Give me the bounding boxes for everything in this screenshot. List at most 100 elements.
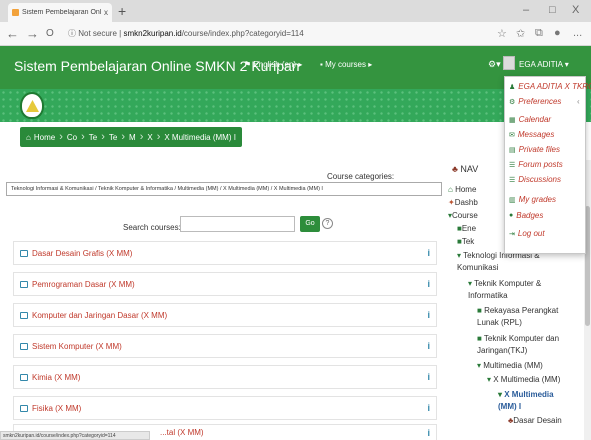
nav-item-category[interactable]: ▾ X Multimedia (MM) [487, 375, 560, 384]
menu-item-messages[interactable]: ✉ Messages [509, 130, 554, 139]
info-icon[interactable]: i [427, 279, 430, 289]
course-link[interactable]: Kimia (X MM) [32, 373, 423, 382]
new-tab-icon[interactable]: + [118, 3, 126, 19]
breadcrumb-item[interactable]: Te [109, 133, 117, 142]
close-window-icon[interactable]: X [572, 4, 579, 16]
nav-item-label[interactable]: Informatika [468, 291, 508, 300]
course-item[interactable]: Dasar Desain Grafis (X MM) i [13, 241, 437, 265]
course-categories-label: Course categories: [327, 172, 395, 181]
gear-icon[interactable]: ⚙▾ [488, 59, 501, 70]
url-host: smkn2kuripan.id [123, 29, 182, 38]
nav-item-category[interactable]: ■ Teknik Komputer dan [477, 334, 559, 343]
course-icon [20, 373, 28, 381]
navigation-heading: ♣ NAV [452, 164, 479, 174]
flag-icon: ⚑ [244, 60, 254, 69]
nav-item-category[interactable]: ■ Rekayasa Perangkat [477, 306, 558, 315]
language-label: English (en) [253, 60, 297, 69]
breadcrumb: ⌂ Home › Co › Te › Te › M › X › X Multim… [20, 127, 242, 147]
my-courses-label: My courses [325, 60, 366, 69]
maximize-icon[interactable]: □ [549, 4, 556, 16]
security-status: Not secure [78, 29, 117, 38]
course-item[interactable]: Komputer dan Jaringan Dasar (X MM) i [13, 303, 437, 327]
back-icon[interactable]: ← [6, 26, 19, 41]
menu-item-log-out[interactable]: ⇥ Log out [509, 229, 545, 238]
search-courses-label: Search courses: [123, 223, 181, 232]
my-courses-menu[interactable]: ▪ My courses ▸ [320, 60, 372, 69]
course-link[interactable]: Dasar Desain Grafis (X MM) [32, 249, 423, 258]
menu-item-calendar[interactable]: ▦ Calendar [509, 115, 551, 124]
breadcrumb-item[interactable]: Home [34, 133, 55, 142]
breadcrumb-item[interactable]: Te [89, 133, 97, 142]
nav-item-course[interactable]: ♣Dasar Desain [508, 416, 562, 425]
url-field[interactable]: ⓘ Not secure | smkn2kuripan.id/course/in… [68, 28, 304, 39]
menu-item-preferences[interactable]: ⚙ Preferences ‹ [509, 97, 580, 106]
user-name: EGA ADITIA [519, 60, 563, 69]
avatar[interactable] [503, 56, 515, 70]
menu-item-private-files[interactable]: ▤ Private files [509, 145, 560, 154]
tab-title: Sistem Pembelajaran Online SM [22, 9, 101, 16]
language-menu[interactable]: ⚑ English (en) ▸ [244, 60, 302, 69]
nav-item-current[interactable]: ▾ X Multimedia [498, 390, 554, 399]
nav-item-category[interactable]: ▾ Teknik Komputer & [468, 279, 541, 288]
go-button[interactable]: Go [300, 216, 320, 232]
nav-item-category[interactable]: ▾ Multimedia (MM) [477, 361, 543, 370]
info-icon[interactable]: i [427, 341, 430, 351]
info-icon[interactable]: i [427, 372, 430, 382]
more-icon[interactable]: ... [573, 27, 582, 39]
course-item[interactable]: Fisika (X MM) i [13, 396, 437, 420]
header-banner [0, 89, 591, 122]
nav-item-dashboard[interactable]: ✦Dashb [448, 198, 478, 207]
course-item[interactable]: Kimia (X MM) i [13, 365, 437, 389]
school-logo[interactable] [20, 92, 44, 119]
course-link[interactable]: Fisika (X MM) [32, 404, 423, 413]
status-bar-url: smkn2kuripan.id/course/index.php?categor… [0, 431, 150, 440]
info-icon[interactable]: i [427, 248, 430, 258]
course-item[interactable]: Pemrograman Dasar (X MM) i [13, 272, 437, 296]
forward-icon[interactable]: → [26, 26, 39, 41]
minimize-icon[interactable]: – [523, 4, 529, 16]
browser-tab[interactable]: Sistem Pembelajaran Online SM x [8, 3, 112, 22]
url-path: /course/index.php?categoryid=114 [181, 29, 304, 38]
nav-item-category[interactable]: ■Tek [457, 237, 474, 246]
breadcrumb-item[interactable]: Co [67, 133, 77, 142]
course-item[interactable]: Sistem Komputer (X MM) i [13, 334, 437, 358]
favorites-icon[interactable]: ✩ [516, 27, 525, 40]
reload-icon[interactable]: O [46, 28, 54, 39]
course-link[interactable]: Pemrograman Dasar (X MM) [32, 280, 423, 289]
nav-item-category[interactable]: ■Ene [457, 224, 476, 233]
breadcrumb-item[interactable]: X [147, 133, 152, 142]
info-icon[interactable]: i [427, 428, 430, 438]
course-icon [20, 280, 28, 288]
course-link[interactable]: Komputer dan Jaringan Dasar (X MM) [32, 311, 423, 320]
course-icon [20, 249, 28, 257]
site-favicon-icon [12, 9, 19, 16]
nav-item-label[interactable]: Komunikasi [457, 263, 498, 272]
search-input[interactable] [180, 216, 295, 232]
tab-close-icon[interactable]: x [104, 8, 108, 17]
breadcrumb-item[interactable]: M [129, 133, 136, 142]
nav-item-label[interactable]: Jaringan(TKJ) [477, 346, 527, 355]
breadcrumb-item[interactable]: X Multimedia (MM) I [164, 133, 236, 142]
collections-icon[interactable]: ⧉ [535, 27, 543, 40]
menu-item-profile[interactable]: ♟ EGA ADITIA X TKRO [509, 82, 591, 91]
profile-icon[interactable]: ● [554, 27, 561, 39]
bookmark-star-icon[interactable]: ☆ [497, 27, 507, 40]
course-icon [20, 311, 28, 319]
nav-item-courses[interactable]: ▾Course [448, 211, 478, 220]
menu-item-forum-posts[interactable]: ☰ Forum posts [509, 160, 563, 169]
home-icon: ⌂ [26, 132, 31, 142]
nav-item-home[interactable]: ⌂ Home [448, 185, 476, 194]
help-icon[interactable]: ? [322, 218, 333, 229]
nav-item-label[interactable]: (MM) I [498, 402, 521, 411]
course-link[interactable]: Sistem Komputer (X MM) [32, 342, 423, 351]
menu-item-discussions[interactable]: ☰ Discussions [509, 175, 561, 184]
menu-item-my-grades[interactable]: ▥ My grades [509, 195, 556, 204]
info-icon[interactable]: i [427, 310, 430, 320]
course-icon [20, 342, 28, 350]
category-select[interactable]: Teknologi Informasi & Komunikasi / Tekni… [6, 182, 442, 196]
menu-item-badges[interactable]: ● Badges [509, 211, 543, 220]
nav-item-label[interactable]: Lunak (RPL) [477, 318, 522, 327]
info-icon[interactable]: i [427, 403, 430, 413]
course-icon [20, 404, 28, 412]
user-menu-toggle[interactable]: EGA ADITIA ▾ [519, 60, 569, 69]
